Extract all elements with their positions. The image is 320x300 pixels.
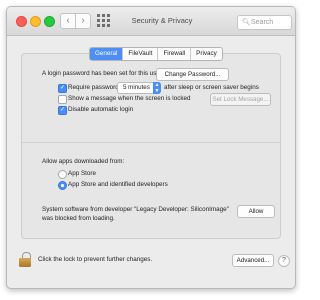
general-panel: A login password has been set for this u…	[21, 53, 281, 239]
require-password-label: Require password	[68, 84, 119, 91]
window-title: Security & Privacy	[131, 16, 193, 25]
password-delay-select[interactable]: 5 minutes ▲ ▼	[117, 82, 161, 94]
tab-bar: General FileVault Firewall Privacy	[89, 47, 223, 61]
help-button[interactable]: ?	[278, 255, 290, 267]
set-lock-message-button[interactable]: Set Lock Message...	[210, 93, 271, 106]
disable-auto-login-checkbox[interactable]: ✓	[58, 106, 67, 115]
require-password-suffix: after sleep or screen saver begins	[164, 84, 259, 91]
advanced-button[interactable]: Advanced...	[232, 254, 274, 267]
lock-message: Click the lock to prevent further change…	[38, 256, 153, 263]
preferences-window: ‹ › Security & Privacy 🔍︎ Search General…	[6, 6, 296, 289]
lock-icon[interactable]	[18, 252, 32, 268]
search-icon: 🔍︎	[242, 19, 251, 26]
forward-button[interactable]: ›	[75, 13, 91, 29]
login-password-header: A login password has been set for this u…	[42, 70, 163, 77]
allow-apps-header: Allow apps downloaded from:	[42, 158, 125, 165]
radio-app-store[interactable]	[58, 170, 67, 179]
search-placeholder: Search	[251, 19, 274, 26]
tab-privacy[interactable]: Privacy	[190, 48, 222, 60]
back-button[interactable]: ‹	[60, 13, 76, 29]
show-message-checkbox[interactable]	[58, 95, 67, 104]
tab-firewall[interactable]: Firewall	[157, 48, 190, 60]
zoom-button[interactable]	[44, 16, 55, 27]
require-password-checkbox[interactable]: ✓	[58, 84, 67, 93]
allow-button[interactable]: Allow	[237, 205, 275, 218]
tab-general[interactable]: General	[90, 48, 123, 60]
blocked-message-line2: was blocked from loading.	[42, 215, 115, 222]
radio-identified-developers-label: App Store and identified developers	[68, 181, 168, 188]
change-password-button[interactable]: Change Password...	[156, 68, 229, 81]
radio-identified-developers[interactable]	[58, 181, 67, 190]
radio-app-store-label: App Store	[68, 170, 97, 177]
chevron-updown-icon: ▲ ▼	[153, 82, 161, 94]
tab-filevault[interactable]: FileVault	[122, 48, 157, 60]
show-message-label: Show a message when the screen is locked	[68, 95, 191, 102]
search-field[interactable]: 🔍︎ Search	[237, 15, 292, 30]
close-button[interactable]	[16, 16, 27, 27]
show-all-grid-icon[interactable]	[96, 13, 112, 29]
minimize-button[interactable]	[30, 16, 41, 27]
title-bar: ‹ › Security & Privacy 🔍︎ Search	[7, 7, 295, 36]
disable-auto-login-label: Disable automatic login	[68, 106, 134, 113]
blocked-message-line1: System software from developer "Legacy D…	[42, 206, 229, 213]
password-delay-value: 5 minutes	[123, 84, 150, 91]
section-divider	[22, 142, 280, 143]
